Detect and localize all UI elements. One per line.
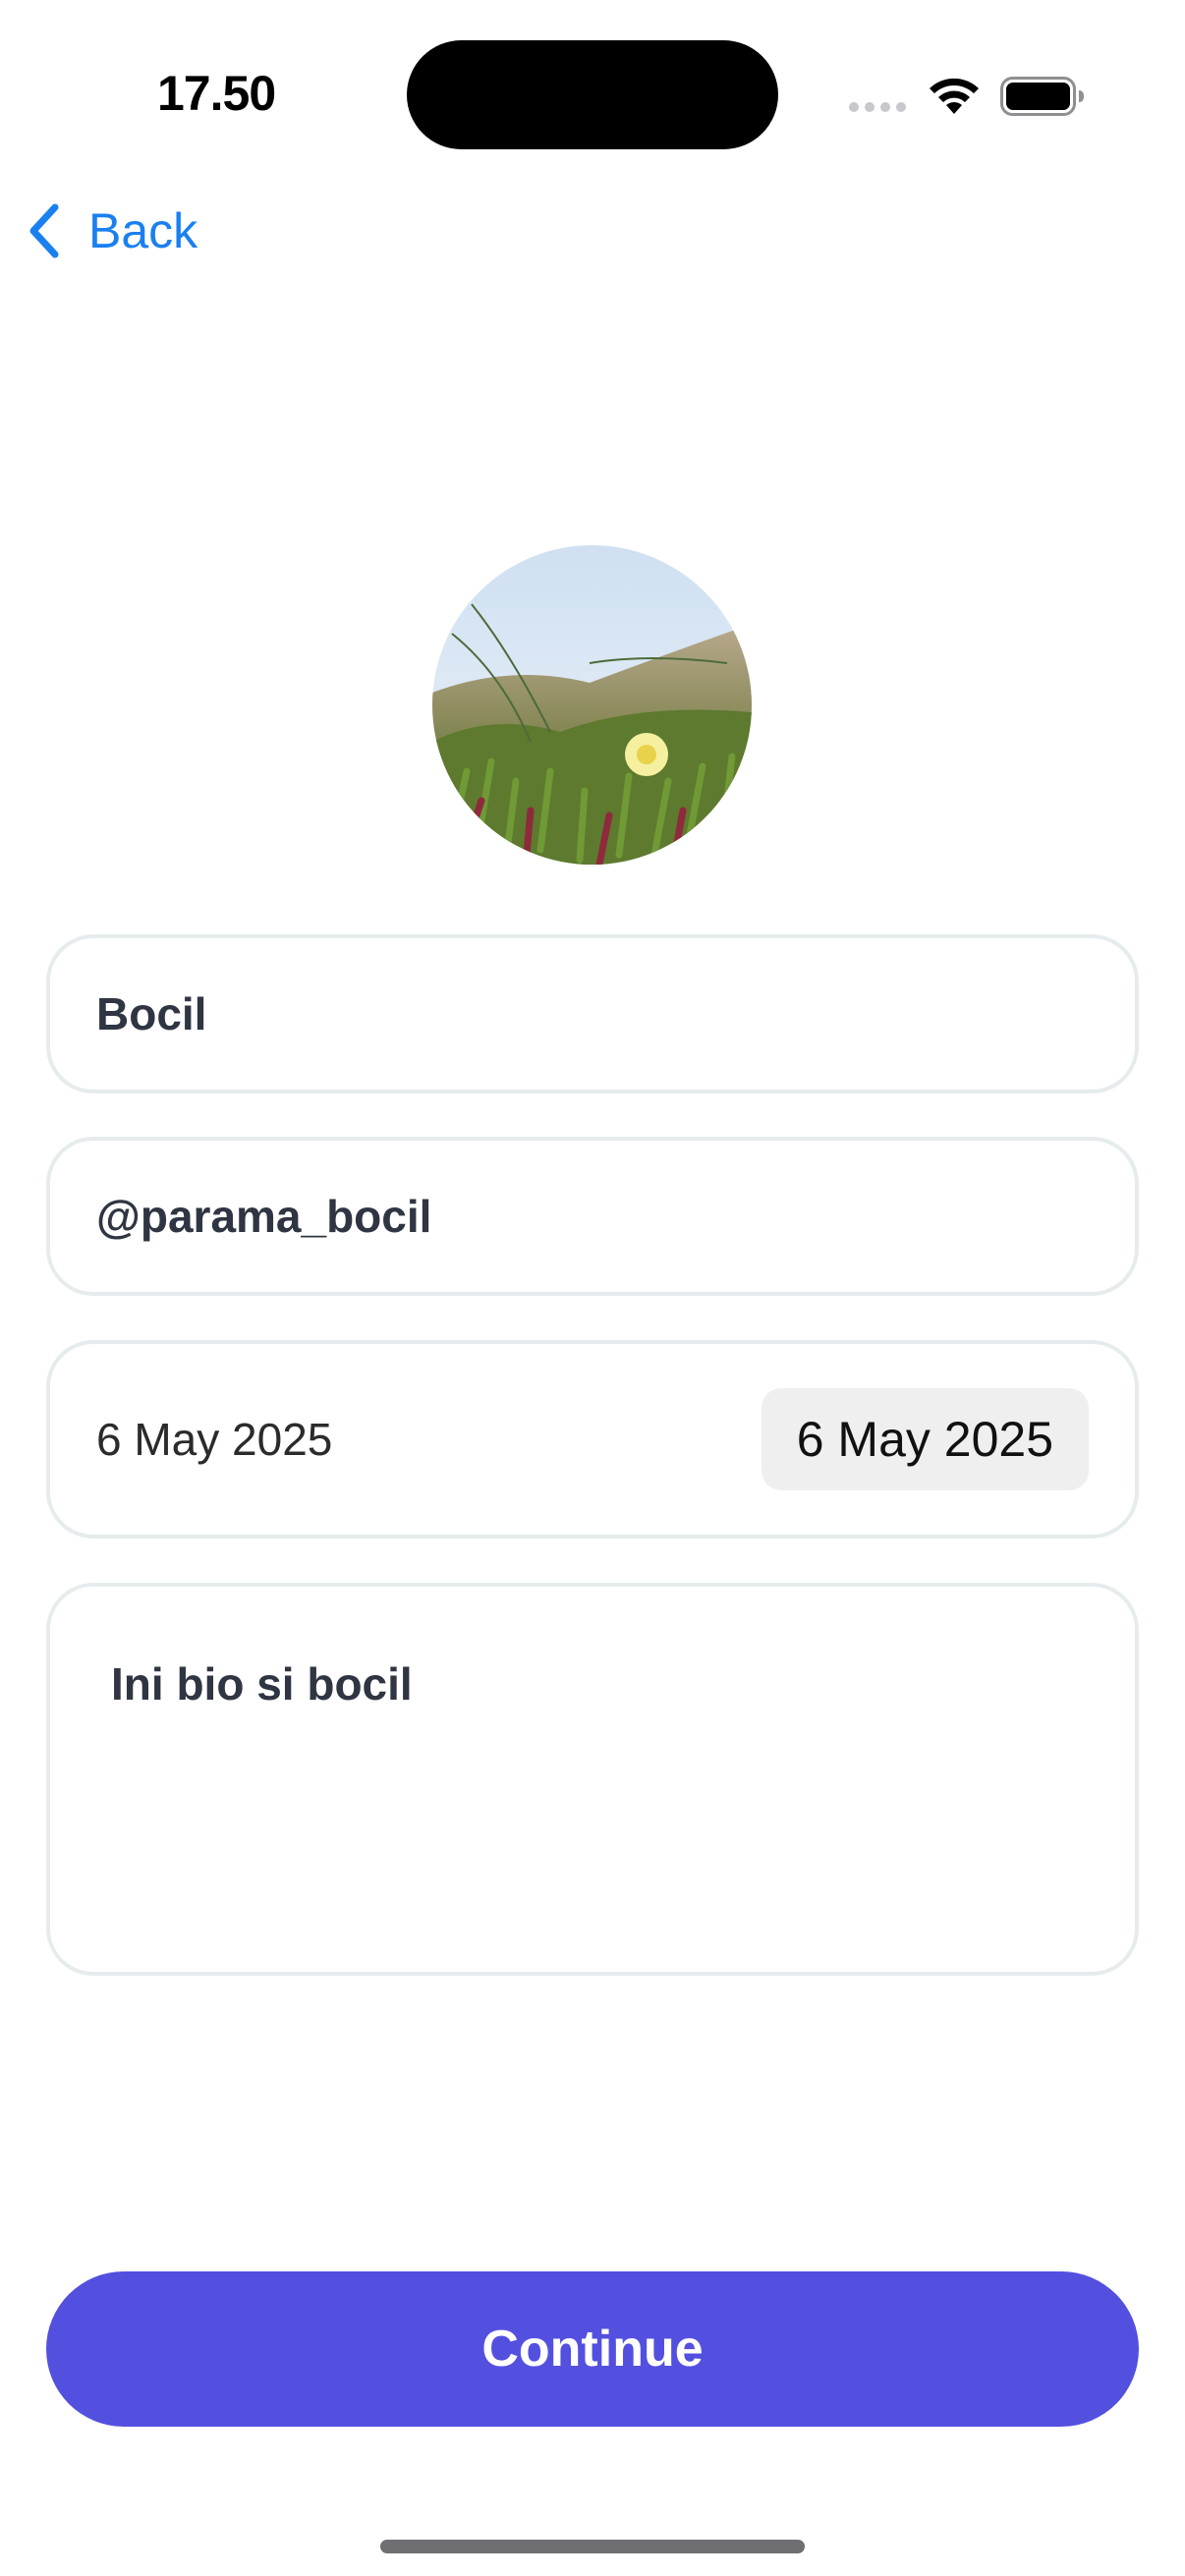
back-button[interactable]: Back [24,196,198,265]
name-field[interactable]: Bocil [46,934,1139,1093]
signal-dots-icon [849,102,906,112]
status-time: 17.50 [157,66,276,121]
name-input-value: Bocil [96,988,207,1039]
chevron-left-icon [29,203,59,258]
birthdate-field: 6 May 2025 6 May 2025 [46,1340,1139,1539]
dynamic-island [407,40,778,149]
birthdate-label: 6 May 2025 [96,1414,333,1465]
back-label: Back [88,203,198,258]
continue-button[interactable]: Continue [46,2271,1139,2427]
bio-textarea[interactable]: Ini bio si bocil [46,1583,1139,1976]
home-indicator[interactable] [380,2540,805,2553]
battery-icon [1000,77,1084,116]
bio-text: Ini bio si bocil [111,1658,413,1709]
avatar[interactable] [432,545,752,865]
date-picker-button[interactable]: 6 May 2025 [761,1388,1089,1490]
username-input-value: @parama_bocil [96,1191,432,1242]
wifi-icon [930,78,979,114]
username-field[interactable]: @parama_bocil [46,1137,1139,1296]
